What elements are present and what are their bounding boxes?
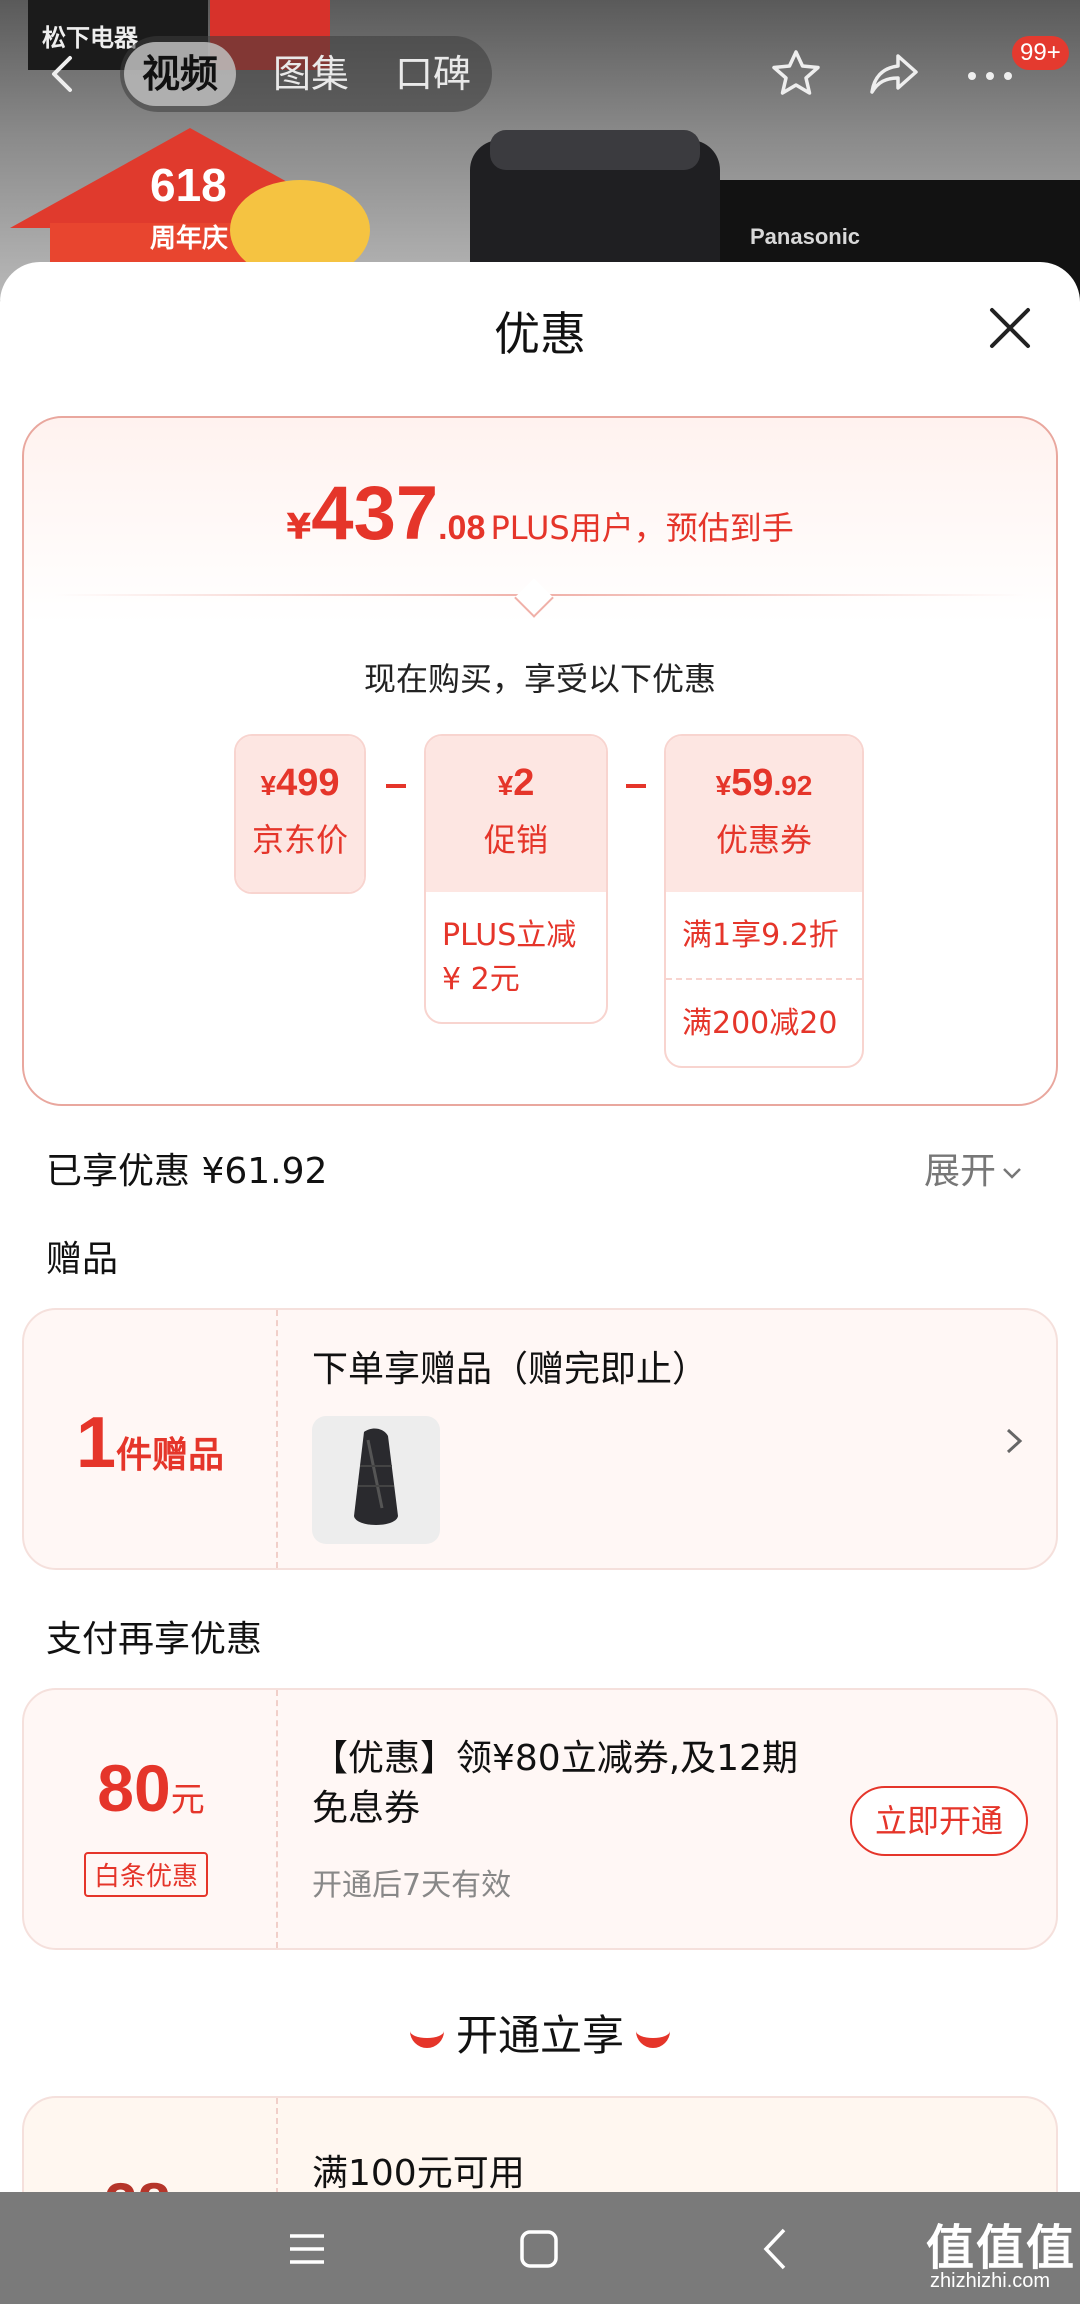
final-price-label: PLUS用户，预估到手 [490,509,794,547]
payment-offer-validity: 开通后7天有效 [312,1868,512,1903]
coupon-detail-1: 满1享9.2折 [666,892,862,980]
tab-video[interactable]: 视频 [124,42,236,106]
coupon-value: 59 [731,762,774,804]
baitiao-tag: 白条优惠 [84,1852,209,1897]
plus-coupon-card[interactable]: 28 满100元可用 [22,2096,1058,2192]
plus-offer-title: 开通立享 [455,2011,624,2060]
promotion-detail-line-1: PLUS立减 [442,918,577,953]
jd-price-top: ¥499 京东价 [236,736,364,892]
promotion-detail: PLUS立减 ¥ 2元 [426,892,606,1002]
gift-count-unit: 件赠品 [116,1435,225,1476]
smile-left-icon [409,2030,444,2048]
payment-amount-unit: 元 [170,1780,205,1820]
payment-offer-card: 80元 白条优惠 【优惠】领¥80立减券,及12期免息券 开通后7天有效 立即开… [22,1688,1058,1950]
expand-label: 展开 [924,1151,997,1192]
jd-price-value: 499 [276,762,340,804]
gift-count-number: 1 [76,1403,117,1483]
media-tabs: 视频 图集 口碑 [120,36,492,112]
promotion-chip: ¥2 促销 PLUS立减 ¥ 2元 [424,734,608,1024]
coupon-amount: ¥59.92 [666,736,862,805]
payment-amount: 80元 [24,1750,278,1826]
coupon-currency: ¥ [715,770,732,801]
buy-now-caption: 现在购买，享受以下优惠 [363,660,716,698]
gift-headline: 下单享赠品（赠完即止） [312,1349,709,1390]
more-icon[interactable] [962,46,1018,102]
enjoyed-discount-total: 已享优惠 ¥61.92 [46,1151,328,1192]
product-hero-image: 松下电器 618 周年庆 Panasonic 视频 图集 口碑 99+ [0,0,1080,300]
smile-right-icon [636,2030,670,2048]
promotion-detail-line-2: ¥ 2元 [442,962,520,997]
discount-sheet: 优惠 ¥437.08 PLUS用户，预估到手 现在购买，享受以下优惠 ¥499 … [0,262,1080,2192]
watermark-url: zhizhizhi.com [930,2270,1051,2292]
plus-coupon-amount: 28 [104,2170,171,2192]
promo-label: 周年庆 [150,224,229,254]
shaver-head [490,130,700,170]
tab-gallery[interactable]: 图集 [256,36,366,112]
close-icon[interactable] [986,304,1034,352]
tab-reviews[interactable]: 口碑 [378,36,488,112]
payment-amount-number: 80 [97,1751,171,1825]
promotion-label: 促销 [483,821,548,859]
promotion-currency: ¥ [497,770,514,801]
minus-sign [626,784,646,788]
home-icon[interactable] [514,2224,564,2274]
currency-symbol: ¥ [286,507,312,548]
system-back-icon[interactable] [752,2224,802,2274]
payment-section-title: 支付再享优惠 [46,1619,263,1660]
divider-arrow [514,578,554,618]
final-price-decimal: .08 [438,509,486,547]
jd-price-label: 京东价 [251,821,348,859]
coupon-chip: ¥59.92 优惠券 满1享9.2折 满200减20 [664,734,864,1068]
favorite-star-icon[interactable] [768,46,824,102]
open-now-button[interactable]: 立即开通 [850,1786,1028,1856]
chevron-down-icon [1003,1168,1021,1179]
coupon-top: ¥59.92 优惠券 [666,736,862,892]
product-brand: Panasonic [750,224,861,249]
coupon-label: 优惠券 [715,821,812,859]
final-price-integer: 437 [311,471,439,556]
price-breakdown-card: ¥437.08 PLUS用户，预估到手 现在购买，享受以下优惠 ¥499 京东价… [22,416,1058,1106]
coupon-value-decimal: .92 [773,770,813,801]
jd-price-currency: ¥ [260,770,277,801]
sheet-title: 优惠 [494,307,586,361]
watermark-logo: 值值值 [926,2220,1077,2276]
expand-button[interactable]: 展开 [924,1142,1024,1194]
gift-thumbnail[interactable] [312,1416,440,1544]
plus-offer-header: 开通立享 [0,2002,1080,2063]
jd-price-amount: ¥499 [236,736,364,805]
message-count-badge: 99+ [1012,36,1069,70]
promotion-amount: ¥2 [426,736,606,805]
gift-pouch-icon [354,1428,398,1525]
gift-section-title: 赠品 [46,1239,119,1280]
recent-apps-icon[interactable] [282,2224,332,2274]
gift-card[interactable]: 1件赠品 下单享赠品（赠完即止） [22,1308,1058,1570]
promotion-top: ¥2 促销 [426,736,606,892]
promotion-value: 2 [513,762,535,804]
gift-count: 1件赠品 [76,1402,224,1484]
payment-offer-description: 【优惠】领¥80立减券,及12期免息券 [312,1738,798,1829]
coupon-detail-2: 满200减20 [682,1006,838,1041]
final-price: ¥437.08 PLUS用户，预估到手 [24,470,1056,557]
plus-coupon-condition: 满100元可用 [312,2153,525,2192]
minus-sign [386,784,406,788]
promo-number: 618 [150,159,227,211]
share-icon[interactable] [866,46,922,102]
chevron-right-icon [1006,1428,1023,1454]
jd-price-chip: ¥499 京东价 [234,734,366,894]
top-navigation: 视频 图集 口碑 99+ [0,32,1080,116]
back-icon[interactable] [40,50,88,98]
system-navigation-bar: 值值值 zhizhizhi.com [0,2192,1080,2304]
